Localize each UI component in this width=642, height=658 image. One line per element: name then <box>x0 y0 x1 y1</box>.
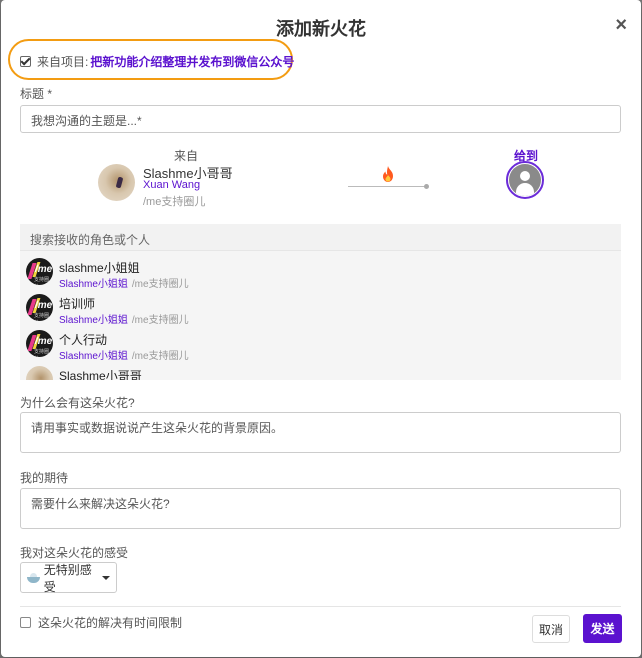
feeling-dropdown[interactable]: 无特别感受 <box>20 562 117 594</box>
search-result-list: /me支持圈儿 slashme小姐姐 Slashme小姐姐/me支持圈儿 /me… <box>20 254 621 380</box>
user-photo-avatar <box>26 366 53 380</box>
search-result-item[interactable]: /me支持圈儿 个人行动 Slashme小姐姐/me支持圈儿 <box>20 326 621 362</box>
title-label: 标题 * <box>20 87 53 101</box>
result-circle: /me支持圈儿 <box>131 315 189 326</box>
close-button[interactable]: × <box>615 15 627 35</box>
me-logo-icon: /me支持圈儿 <box>26 330 53 357</box>
from-project-checkbox[interactable] <box>20 56 31 67</box>
result-name: 培训师 <box>59 297 96 311</box>
search-result-item[interactable]: /me支持圈儿 培训师 Slashme小姐姐/me支持圈儿 <box>20 290 621 326</box>
flow-dot <box>424 184 429 189</box>
modal-title: 添加新火花 <box>276 19 366 39</box>
search-result-item[interactable]: Slashme小哥哥 <box>20 362 621 380</box>
fire-icon <box>383 166 393 182</box>
result-user: Slashme小姐姐 <box>59 315 128 326</box>
result-name: slashme小姐姐 <box>59 261 140 275</box>
sender-user[interactable]: Xuan Wang <box>143 179 200 191</box>
cancel-button[interactable]: 取消 <box>532 615 570 643</box>
feeling-selected: 无特别感受 <box>43 562 92 594</box>
result-circle: /me支持圈儿 <box>131 351 189 362</box>
flow-line <box>348 186 427 187</box>
send-button[interactable]: 发送 <box>583 614 622 643</box>
reason-textarea[interactable]: 请用事实或数据说说产生这朵火花的背景原因。 <box>20 412 621 453</box>
recipient-placeholder-avatar-icon <box>509 164 541 196</box>
add-spark-modal: 添加新火花 × 来自项目: 把新功能介绍整理并发布到微信公众号 标题 * 我想沟… <box>1 0 641 657</box>
time-limit-label: 这朵火花的解决有时间限制 <box>38 616 183 630</box>
expectation-textarea[interactable]: 需要什么来解决这朵火花? <box>20 488 621 529</box>
time-limit-row: 这朵火花的解决有时间限制 <box>20 614 182 631</box>
result-user: Slashme小姐姐 <box>59 279 128 290</box>
from-header: 来自 <box>174 149 199 163</box>
caret-down-icon <box>102 575 110 580</box>
reason-label: 为什么会有这朵火花? <box>20 396 135 410</box>
result-name: 个人行动 <box>59 333 108 347</box>
result-circle: /me支持圈儿 <box>131 279 189 290</box>
feeling-label: 我对这朵火花的感受 <box>20 546 129 560</box>
footer-divider <box>20 606 621 607</box>
me-logo-icon: /me支持圈儿 <box>26 258 53 285</box>
bowl-icon <box>27 572 40 583</box>
me-logo-icon: /me支持圈儿 <box>26 294 53 321</box>
project-link[interactable]: 把新功能介绍整理并发布到微信公众号 <box>90 53 294 70</box>
recipient-search-input[interactable]: 搜索接收的角色或个人 <box>20 224 621 251</box>
from-project-label: 来自项目: <box>37 55 89 69</box>
result-name: Slashme小哥哥 <box>59 369 142 380</box>
time-limit-checkbox[interactable] <box>20 617 31 628</box>
search-result-item[interactable]: /me支持圈儿 slashme小姐姐 Slashme小姐姐/me支持圈儿 <box>20 254 621 290</box>
sender-avatar <box>98 164 135 201</box>
expectation-label: 我的期待 <box>20 471 69 485</box>
recipient-search-panel: 搜索接收的角色或个人 /me支持圈儿 slashme小姐姐 Slashme小姐姐… <box>20 224 621 380</box>
sender-circle: /me支持圈儿 <box>143 196 206 208</box>
from-project-row: 来自项目: 把新功能介绍整理并发布到微信公众号 <box>20 53 294 70</box>
result-user: Slashme小姐姐 <box>59 351 128 362</box>
title-input[interactable]: 我想沟通的主题是...* <box>20 105 621 133</box>
